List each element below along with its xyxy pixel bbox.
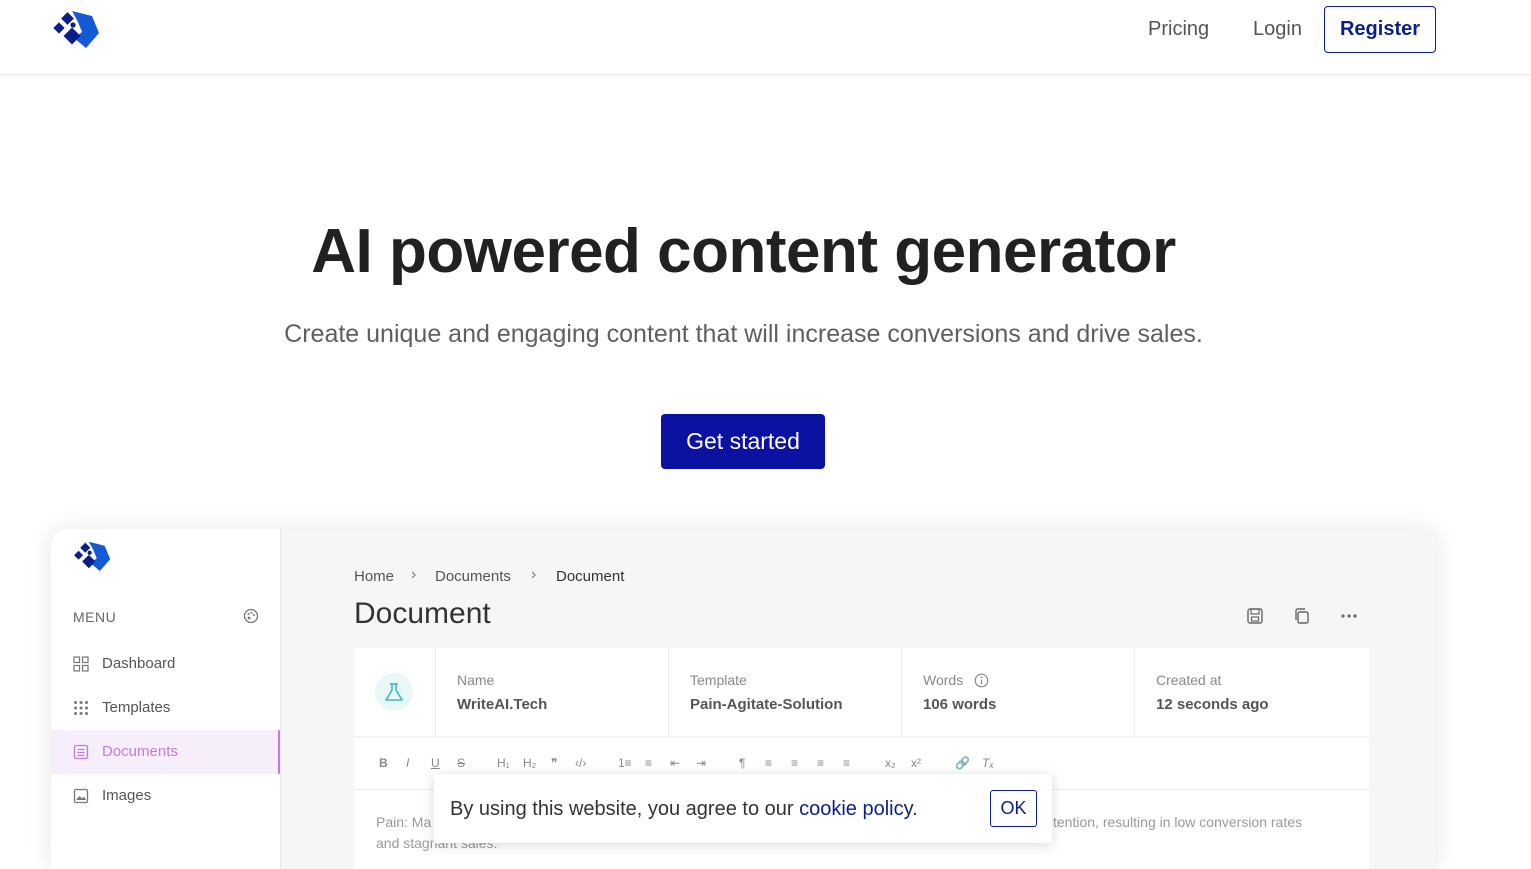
heading2-button[interactable]: H₂ — [523, 756, 536, 770]
meta-template: Template Pain-Agitate-Solution — [668, 648, 902, 736]
editor-text-part1: Pain: Ma — [376, 814, 432, 830]
cookie-ok-button[interactable]: OK — [990, 790, 1037, 827]
bullet-list-icon[interactable]: ≡ — [645, 756, 652, 770]
bold-button[interactable]: B — [379, 756, 388, 770]
align-left-icon[interactable]: ≡ — [765, 756, 772, 770]
heading1-button[interactable]: H₁ — [497, 756, 510, 770]
document-meta-card: Name WriteAI.Tech Template Pain-Agitate-… — [354, 648, 1369, 737]
save-icon[interactable] — [1246, 607, 1264, 625]
link-icon[interactable]: 🔗 — [955, 756, 970, 770]
meta-template-value: Pain-Agitate-Solution — [690, 696, 843, 713]
more-icon[interactable] — [1340, 607, 1358, 625]
outdent-icon[interactable]: ⇤ — [670, 756, 680, 770]
meta-created-label: Created at — [1156, 672, 1222, 688]
code-icon[interactable]: ‹/› — [575, 756, 586, 770]
sidebar-item-dashboard[interactable]: Dashboard — [51, 642, 280, 686]
copy-icon[interactable] — [1293, 607, 1311, 625]
info-icon[interactable] — [974, 673, 989, 688]
align-right-icon[interactable]: ≡ — [817, 756, 824, 770]
preview-sidebar: MENU Dashboard Templates Documents Image… — [51, 529, 281, 869]
breadcrumb-documents[interactable]: Documents — [435, 568, 511, 585]
meta-template-label: Template — [690, 672, 747, 688]
sidebar-logo-icon — [74, 541, 111, 572]
flask-icon — [385, 683, 403, 701]
document-icon — [73, 744, 89, 760]
meta-name-value: WriteAI.Tech — [457, 696, 548, 713]
ordered-list-icon[interactable]: 1≡ — [618, 756, 632, 770]
cookie-text: By using this website, you agree to our … — [450, 798, 918, 821]
italic-button[interactable]: I — [406, 756, 409, 770]
quote-icon[interactable]: ❞ — [551, 756, 557, 770]
document-title: Document — [354, 597, 491, 630]
cookie-banner: By using this website, you agree to our … — [434, 774, 1052, 843]
chevron-right-icon: › — [531, 566, 537, 583]
cookie-message: By using this website, you agree to our — [450, 798, 800, 820]
breadcrumb-current: Document — [556, 568, 625, 585]
editor-text-part2: tention, resulting in low conversion rat… — [1053, 814, 1303, 830]
sidebar-item-label: Images — [102, 787, 152, 804]
clear-format-icon[interactable]: Tₓ — [982, 756, 994, 770]
align-center-icon[interactable]: ≡ — [791, 756, 798, 770]
sidebar-item-label: Templates — [102, 699, 171, 716]
nav-login-link[interactable]: Login — [1253, 17, 1302, 41]
cookie-policy-link[interactable]: cookie policy — [799, 798, 912, 820]
image-icon — [73, 788, 89, 804]
top-navbar: Pricing Login Register — [0, 0, 1531, 75]
sidebar-item-templates[interactable]: Templates — [51, 686, 280, 730]
cookie-dot: . — [912, 798, 918, 820]
menu-label: MENU — [73, 609, 117, 625]
brand-logo-icon[interactable] — [52, 8, 100, 50]
meta-words: Words 106 words — [901, 648, 1135, 736]
sidebar-item-documents[interactable]: Documents — [51, 730, 280, 774]
breadcrumb-home[interactable]: Home — [354, 568, 394, 585]
strike-button[interactable]: S — [457, 756, 465, 770]
hero-subtitle: Create unique and engaging content that … — [284, 320, 1203, 348]
meta-created-value: 12 seconds ago — [1156, 696, 1269, 713]
text-direction-icon[interactable]: ¶ — [739, 756, 745, 770]
sidebar-item-images[interactable]: Images — [51, 774, 280, 818]
flask-icon-wrap — [375, 673, 413, 711]
nav-pricing-link[interactable]: Pricing — [1148, 17, 1209, 41]
sidebar-item-label: Dashboard — [102, 655, 176, 672]
meta-icon-cell — [354, 648, 436, 736]
meta-words-label: Words — [923, 672, 964, 688]
register-button[interactable]: Register — [1324, 6, 1436, 53]
meta-name-label: Name — [457, 672, 495, 688]
palette-icon[interactable] — [243, 608, 259, 624]
meta-words-value: 106 words — [923, 696, 997, 713]
dots-grid-icon — [74, 701, 88, 715]
indent-icon[interactable]: ⇥ — [696, 756, 706, 770]
align-justify-icon[interactable]: ≡ — [843, 756, 850, 770]
hero-title: AI powered content generator — [311, 217, 1176, 286]
sidebar-item-label: Documents — [102, 743, 178, 760]
subscript-button[interactable]: x₂ — [885, 756, 896, 770]
chevron-right-icon: › — [411, 566, 417, 583]
underline-button[interactable]: U — [431, 756, 440, 770]
get-started-button[interactable]: Get started — [661, 414, 825, 469]
meta-name: Name WriteAI.Tech — [435, 648, 669, 736]
grid-icon — [73, 656, 89, 672]
meta-created: Created at 12 seconds ago — [1134, 648, 1369, 736]
superscript-button[interactable]: x² — [911, 756, 921, 770]
